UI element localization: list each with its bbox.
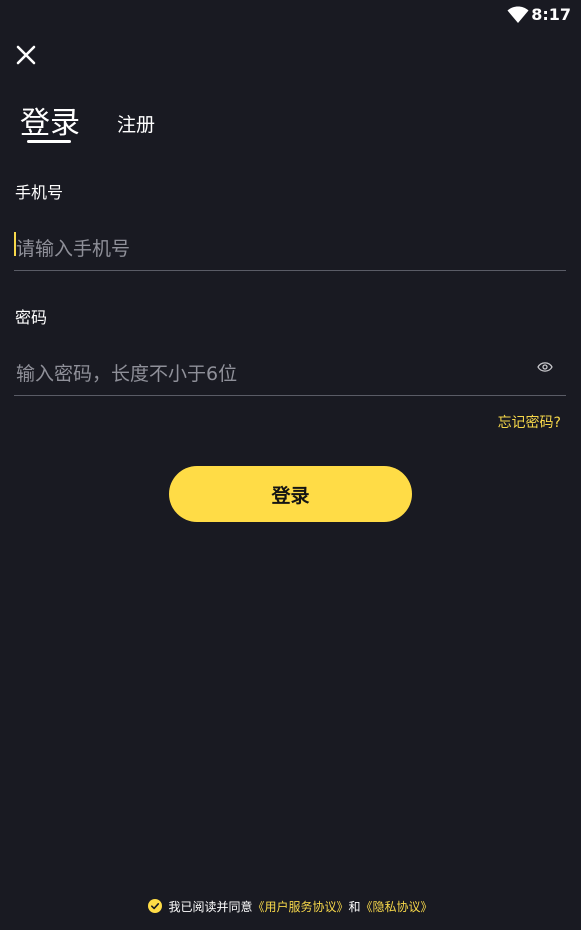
wifi-icon	[507, 6, 529, 23]
agreement-prefix: 我已阅读并同意	[168, 900, 253, 914]
password-input[interactable]	[14, 352, 566, 396]
forgot-password-link[interactable]: 忘记密码?	[498, 412, 561, 432]
text-caret	[14, 232, 16, 256]
phone-label: 手机号	[15, 183, 64, 202]
privacy-agreement-link[interactable]: 《隐私协议》	[361, 900, 433, 914]
close-icon[interactable]	[14, 43, 38, 67]
status-bar: 8:17	[0, 0, 581, 30]
tab-register[interactable]: 注册	[117, 110, 155, 137]
user-agreement-link[interactable]: 《用户服务协议》	[252, 900, 348, 914]
password-label: 密码	[15, 308, 48, 327]
tab-active-indicator	[27, 140, 71, 143]
eye-icon[interactable]	[537, 360, 553, 374]
agreement-conjunction: 和	[348, 900, 361, 914]
status-time: 8:17	[531, 5, 571, 24]
login-button[interactable]: 登录	[169, 466, 412, 522]
phone-input[interactable]	[14, 227, 566, 271]
check-circle-icon[interactable]	[148, 899, 163, 913]
agreement-row: 我已阅读并同意《用户服务协议》和《隐私协议》	[0, 898, 581, 915]
tab-login[interactable]: 登录	[20, 98, 80, 142]
